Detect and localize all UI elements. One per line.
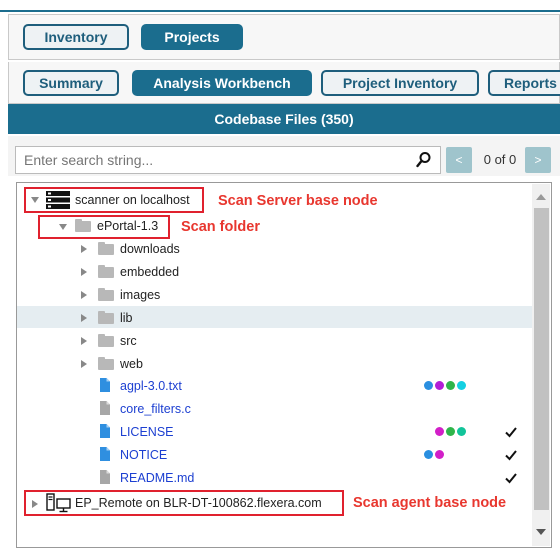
status-dot	[446, 381, 455, 390]
expand-icon[interactable]	[81, 360, 87, 368]
folder-icon	[98, 357, 114, 370]
expand-icon[interactable]	[81, 245, 87, 253]
projects-button[interactable]: Projects	[141, 24, 243, 50]
tree-file[interactable]: LICENSE	[120, 424, 174, 440]
folder-icon	[98, 334, 114, 347]
scan-agent-highlight-box	[24, 490, 344, 516]
expand-icon[interactable]	[81, 291, 87, 299]
blue-file-icon	[100, 378, 110, 392]
checkmark-icon	[505, 450, 517, 461]
folder-icon	[98, 311, 114, 324]
folder-icon	[98, 288, 114, 301]
scroll-down-arrow-icon[interactable]	[536, 529, 546, 535]
tree-folder[interactable]: web	[120, 356, 143, 372]
status-dot	[457, 427, 466, 436]
folder-icon	[98, 242, 114, 255]
status-dot	[435, 427, 444, 436]
previous-match-button[interactable]: <	[446, 147, 472, 173]
magnifier-icon[interactable]	[416, 151, 432, 169]
expand-icon[interactable]	[81, 268, 87, 276]
scan-server-annotation: Scan Server base node	[218, 193, 378, 209]
match-count: 0 of 0	[483, 152, 517, 167]
blue-file-icon	[100, 424, 110, 438]
tab-summary[interactable]: Summary	[23, 70, 119, 96]
inventory-button[interactable]: Inventory	[23, 24, 129, 50]
blue-file-icon	[100, 447, 110, 461]
tree-file[interactable]: README.md	[120, 470, 194, 486]
search-input[interactable]	[15, 146, 441, 174]
gray-file-icon	[100, 470, 110, 484]
status-dot	[435, 450, 444, 459]
tree-folder[interactable]: images	[120, 287, 160, 303]
status-dot	[435, 381, 444, 390]
tree-folder[interactable]: downloads	[120, 241, 180, 257]
top-accent-line	[0, 10, 560, 12]
expand-icon[interactable]	[81, 337, 87, 345]
tree-file[interactable]: core_filters.c	[120, 401, 191, 417]
folder-icon	[98, 265, 114, 278]
gray-file-icon	[100, 401, 110, 415]
tab-reports[interactable]: Reports	[488, 70, 560, 96]
tree-folder[interactable]: lib	[120, 310, 133, 326]
scan-agent-annotation: Scan agent base node	[353, 495, 507, 511]
status-dot	[424, 381, 433, 390]
tree-folder[interactable]: embedded	[120, 264, 179, 280]
status-dot	[424, 450, 433, 459]
tree-folder[interactable]: src	[120, 333, 137, 349]
checkmark-icon	[505, 427, 517, 438]
next-match-button[interactable]: >	[525, 147, 551, 173]
tree-file[interactable]: NOTICE	[120, 447, 167, 463]
scroll-up-arrow-icon[interactable]	[536, 194, 546, 200]
tree-file[interactable]: agpl-3.0.txt	[120, 378, 182, 394]
expand-icon[interactable]	[81, 314, 87, 322]
status-dot	[457, 381, 466, 390]
status-dot	[446, 427, 455, 436]
tab-project-inventory[interactable]: Project Inventory	[321, 70, 479, 96]
panel-title: Codebase Files (350)	[8, 104, 560, 134]
scan-server-highlight-box	[24, 187, 204, 213]
checkmark-icon	[505, 473, 517, 484]
scan-folder-annotation: Scan folder	[181, 219, 260, 235]
selected-row-highlight	[17, 306, 532, 328]
tree-scrollbar-thumb[interactable]	[534, 208, 549, 510]
tab-analysis-workbench[interactable]: Analysis Workbench	[132, 70, 312, 96]
scan-folder-highlight-box	[38, 215, 170, 239]
